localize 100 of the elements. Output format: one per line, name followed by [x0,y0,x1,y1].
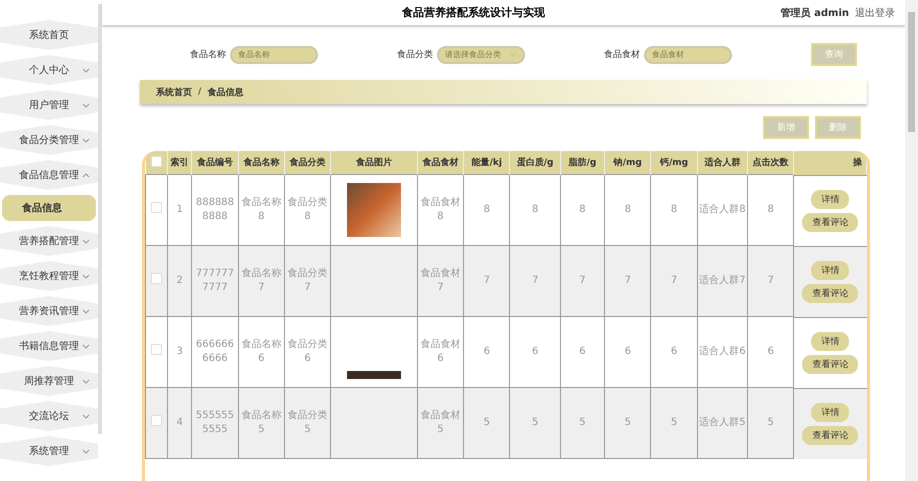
table-cell: 6 [484,346,490,357]
row-action-button[interactable]: 详情 [811,332,850,350]
breadcrumb-link[interactable]: 食品信息 [207,86,244,98]
scrollbar-thumb[interactable] [908,12,915,132]
table-cell: 8 [484,204,490,215]
table-cell: 食品分类6 [288,339,328,364]
table-cell: 6 [768,346,774,357]
table-cell: 适合人群8 [699,204,746,215]
sidebar-subitem[interactable]: 食品信息 [2,195,96,221]
sidebar-item[interactable]: 食品分类管理 [0,125,98,155]
table-cell: 食品分类5 [288,410,328,435]
table-cell: 8 [768,204,774,215]
row-action-button[interactable]: 查看评论 [802,284,858,302]
table-cell: 适合人群5 [699,417,746,428]
row-action-button[interactable]: 查看评论 [802,426,858,444]
row-action-button[interactable]: 详情 [811,190,850,208]
table-cell: 5555555555 [196,410,234,435]
row-action-button[interactable]: 查看评论 [802,354,858,374]
table-cell: 7 [579,275,586,286]
column-header: 点击次数 [752,158,789,168]
table-cell: 6 [624,346,631,357]
table-cell: 食品名称7 [241,268,282,293]
table-cell: 食品名称6 [241,339,282,364]
user-label: 管理员 admin [780,6,849,20]
column-header: 食品编号 [196,158,233,168]
table-cell: 7 [484,275,490,286]
table-cell: 食品分类8 [288,197,328,222]
table-cell: 食品名称5 [241,410,282,435]
sidebar-item[interactable]: 交流论坛 [0,401,98,431]
select-all-checkbox[interactable] [150,156,162,166]
column-header: 适合人群 [704,158,740,168]
table-cell: 7 [768,275,774,286]
input-field[interactable]: 食品食材 [644,46,732,64]
column-header: 钙/mg [660,158,688,168]
table-cell: 3 [176,346,183,357]
row-action-button[interactable]: 详情 [811,402,850,422]
sidebar-item[interactable]: 个人中心 [0,55,98,85]
sidebar-item[interactable]: 烹饪教程管理 [0,261,98,291]
table-cell: 8 [579,204,586,215]
table-cell: 5 [670,417,678,428]
filter-label: 食品分类 [397,48,433,61]
table-cell: 食品食材5 [420,410,460,435]
table-cell: 8888888888 [196,197,234,222]
row-checkbox[interactable] [151,415,162,426]
row-checkbox[interactable] [151,344,162,355]
table-cell: 7 [532,275,538,286]
column-header: 索引 [170,158,189,168]
table-cell: 食品食材6 [420,339,460,364]
photo-placeholder [347,183,402,237]
sidebar-item[interactable]: 营养资讯管理 [0,296,98,326]
breadcrumb-link[interactable]: 系统首页 [156,86,192,98]
table-cell: 食品食材7 [420,268,460,293]
row-checkbox[interactable] [151,273,162,284]
sidebar-item[interactable]: 用户管理 [0,90,98,120]
table-cell: 7 [624,275,631,286]
table-cell: 4 [176,417,183,428]
table-cell: 5 [484,417,490,428]
table-cell: 食品食材8 [420,197,460,222]
column-header: 食品食材 [422,158,458,168]
table-cell: 8 [532,204,538,215]
table-cell: 6 [670,346,678,357]
table-cell: 6666666666 [196,339,234,364]
column-header: 食品分类 [290,158,326,168]
table-cell: 7777777777 [196,268,234,293]
app-title: 食品营养搭配系统设计与实现 [400,5,546,20]
row-action-button[interactable]: 查看评论 [802,212,858,232]
column-header: 蛋白质/g [516,158,554,168]
column-header: 钠/mg [614,158,642,168]
sidebar-item[interactable]: 食品信息管理 [0,160,98,190]
sidebar-item[interactable]: 系统管理 [0,436,98,466]
table-cell: 5 [532,417,538,428]
column-header: 操 [853,158,862,168]
row-checkbox[interactable] [151,202,162,213]
breadcrumb-separator: / [198,87,202,97]
photo-placeholder [347,371,402,379]
sidebar-item[interactable]: 周推荐管理 [0,366,98,396]
table-cell: 1 [176,204,183,215]
table-cell: 食品分类7 [288,268,328,293]
table-cell: 8 [624,204,631,215]
column-header: 脂肪/g [568,158,596,168]
table-cell: 6 [579,346,586,357]
filter-label: 食品食材 [604,48,640,61]
table-cell: 6 [532,346,538,357]
input-field[interactable]: 食品名称 [230,46,318,64]
table-cell: 5 [579,417,586,428]
table-cell: 适合人群7 [699,275,746,286]
table-cell: 适合人群6 [699,346,746,357]
row-action-button[interactable]: 详情 [811,260,850,280]
table-cell: 5 [624,417,631,428]
table-cell: 8 [670,204,678,215]
logout-link[interactable]: 退出登录 [855,6,895,20]
column-header: 食品名称 [243,158,280,168]
sidebar-item[interactable]: 系统首页 [0,20,98,50]
sidebar-item[interactable]: 书籍信息管理 [0,331,98,361]
table-cell: 2 [176,275,183,286]
table-cell: 食品名称8 [241,197,282,222]
sidebar-item[interactable]: 营养搭配管理 [0,226,98,256]
scrollbar[interactable] [905,0,918,481]
column-header: 能量/kj [472,158,502,168]
table-cell: 7 [670,275,678,286]
